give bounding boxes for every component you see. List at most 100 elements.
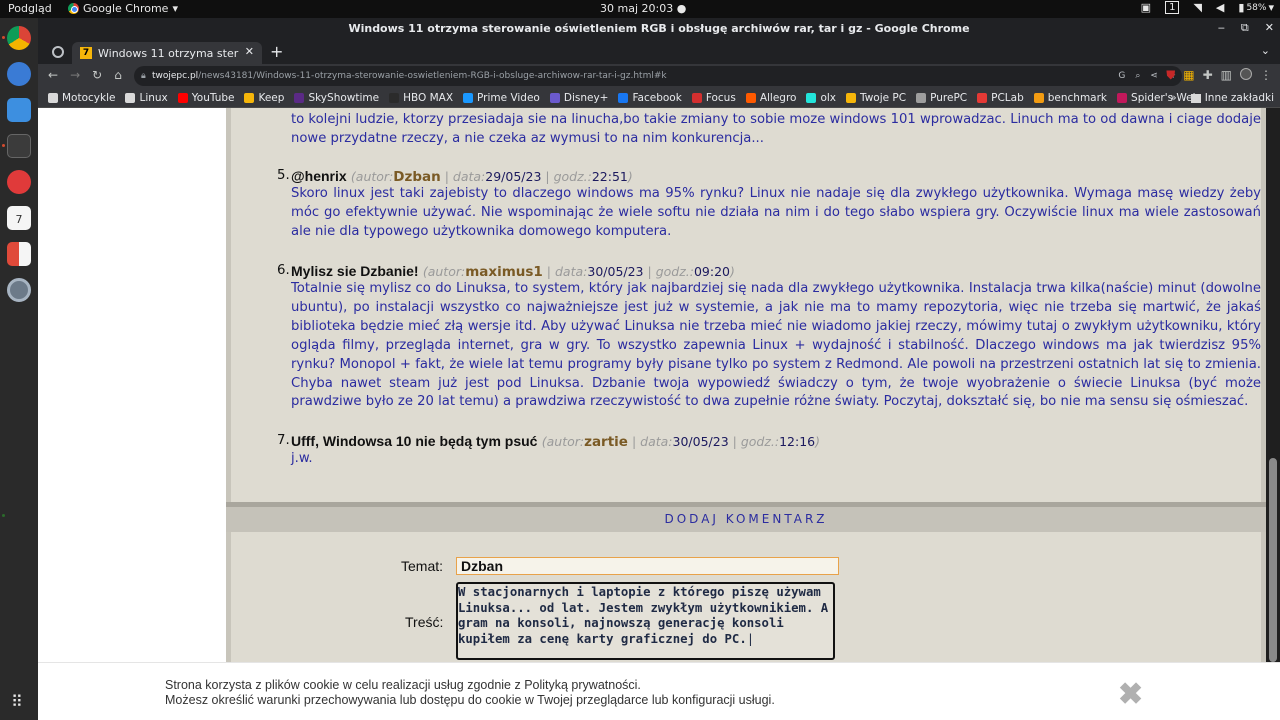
comment-meta: (autor:maximus1 | data:30/05/23 | godz.:… [422, 264, 735, 280]
clipboard-icon[interactable]: ▣ [1141, 1, 1151, 14]
bookmark-item[interactable]: Focus [691, 91, 736, 104]
settings-disk-icon[interactable] [7, 278, 31, 302]
bookmark-favicon-icon [1033, 92, 1044, 103]
web-page: to kolejni ludzie, ktorzy przesiadaja si… [38, 108, 1280, 720]
clock[interactable]: 30 maj 20:03 ● [600, 2, 686, 15]
ublock-extension-icon[interactable]: ⛊ [1166, 68, 1175, 83]
bookmark-label: Focus [705, 91, 736, 104]
bookmark-item[interactable]: Twoje PC [846, 92, 906, 104]
content-textarea[interactable]: W stacjonarnych i laptopie z którego pis… [456, 582, 835, 660]
system-tray[interactable]: ▣ 1 ◥ ◀ ▮ 58% ▾ [1141, 1, 1274, 14]
forward-icon[interactable]: → [70, 68, 80, 82]
address-bar[interactable]: 🔒︎ twojepc.pl/news43181/Windows-11-otrzy… [134, 66, 1182, 86]
cookie-banner: Strona korzysta z plików cookie w celu r… [38, 662, 1280, 720]
textarea-last-line: kupiłem za cenę karty graficznej do PC. [458, 631, 747, 646]
bookmark-label: PurePC [930, 91, 968, 104]
close-icon[interactable]: ✕ [1265, 21, 1274, 35]
bookmark-favicon-icon [389, 92, 400, 103]
thunderbird-icon[interactable] [7, 62, 31, 86]
side-panel-icon[interactable]: ▥ [1221, 68, 1232, 83]
extensions-puzzle-icon[interactable]: ✚ [1203, 68, 1213, 83]
comment-header: @henrix (autor:Dzban | data:29/05/23 | g… [291, 168, 1261, 185]
comment-item: 5. @henrix (autor:Dzban | data:29/05/23 |… [277, 168, 1261, 242]
google-lens-icon[interactable]: G [1118, 66, 1125, 86]
comment-form: Temat: Dzban Treść: W stacjonarnych i la… [226, 532, 1266, 662]
lock-icon[interactable]: 🔒︎ [141, 66, 146, 86]
bookmark-item[interactable]: Motocykle [48, 92, 115, 104]
reload-icon[interactable]: ↻ [92, 68, 102, 82]
bookmark-label: benchmark [1047, 91, 1108, 104]
office-icon[interactable] [7, 242, 31, 266]
chrome-launcher-icon[interactable] [7, 26, 31, 50]
bookmark-item[interactable]: PurePC [916, 92, 967, 104]
app-grid-icon[interactable]: ⠿ [11, 692, 23, 711]
bookmarks-more-button[interactable]: » [1170, 92, 1176, 104]
comment-subject: Ufff, Windowsa 10 nie będą tym psuć [291, 433, 538, 449]
comment-time: 12:16 [779, 434, 816, 449]
comment-meta: (autor:zartie | data:30/05/23 | godz.:12… [541, 434, 821, 450]
kebab-menu-icon[interactable]: ⋮ [1260, 68, 1272, 83]
bookmark-item[interactable]: HBO MAX [389, 92, 453, 104]
other-bookmarks-folder[interactable]: Inne zakładki [1190, 92, 1274, 104]
date-label: data: [640, 434, 673, 449]
subject-input[interactable]: Dzban [456, 557, 839, 575]
volume-icon: ◀ [1215, 1, 1225, 14]
bookmark-favicon-icon [294, 92, 305, 103]
share-icon[interactable]: ⋖ [1150, 66, 1158, 86]
activities-button[interactable]: Podgląd [8, 2, 52, 15]
app-menu[interactable]: Google Chrome ▾ [68, 2, 178, 15]
url-domain: twojepc.pl [152, 71, 199, 81]
calendar-icon[interactable]: 7 [7, 206, 31, 230]
bookmark-favicon-icon [846, 92, 857, 103]
bookmark-item[interactable]: benchmark [1033, 91, 1108, 104]
bookmark-item[interactable]: Disney+ [549, 92, 608, 104]
comment-number: 5. [277, 168, 290, 183]
bookmark-item[interactable]: PCLab [977, 92, 1024, 104]
bookmark-item[interactable]: Facebook [618, 92, 682, 104]
color-extension-icon[interactable]: ▦ [1183, 68, 1194, 83]
bookmark-item[interactable]: Keep [244, 92, 284, 104]
page-scrollbar-thumb[interactable] [1269, 458, 1277, 662]
comment-body: Totalnie się mylisz co do Linuksa, to sy… [291, 281, 1261, 410]
back-icon[interactable]: ← [48, 68, 58, 82]
bookmark-favicon-icon [549, 92, 560, 103]
bookmark-favicon-icon [125, 92, 136, 103]
terminal-icon[interactable] [7, 134, 31, 158]
bookmark-item[interactable]: YouTube [177, 92, 234, 104]
bookmark-item[interactable]: Prime Video [463, 92, 540, 104]
bookmark-item[interactable]: Linux [125, 91, 168, 104]
bookmark-favicon-icon [177, 92, 188, 103]
bookmark-label: Linux [139, 91, 168, 104]
workspace-indicator[interactable]: 1 [1165, 1, 1180, 14]
new-tab-button[interactable]: + [270, 42, 283, 61]
chrome-icon [68, 3, 79, 14]
restore-icon[interactable]: ⧉ [1241, 21, 1249, 35]
tab-search-icon[interactable]: ⌄ [1261, 44, 1270, 57]
tab-active[interactable]: 7 Windows 11 otrzyma ster ✕ [72, 42, 262, 64]
zoom-icon[interactable]: ⌕ [1135, 66, 1140, 86]
bookmark-item[interactable]: olx [806, 92, 836, 104]
cookie-close-icon[interactable]: ✖ [1118, 677, 1143, 712]
bookmark-favicon-icon [244, 92, 255, 103]
comment-item: 7. Ufff, Windowsa 10 nie będą tym psuć (a… [277, 433, 1261, 469]
ubuntu-software-icon[interactable] [7, 170, 31, 194]
minimize-icon[interactable]: ‒ [1218, 21, 1225, 35]
tab-close-icon[interactable]: ✕ [245, 45, 254, 58]
subject-label: Temat: [401, 558, 444, 574]
bookmark-label: Twoje PC [860, 91, 907, 104]
app-menu-label: Google Chrome [83, 2, 169, 15]
bookmark-item[interactable]: SkyShowtime [294, 92, 379, 104]
chrome-menu-icon[interactable] [52, 46, 64, 58]
comment-4-tail: to kolejni ludzie, ktorzy przesiadaja si… [291, 111, 1261, 149]
window-titlebar[interactable]: Windows 11 otrzyma sterowanie oświetleni… [38, 18, 1280, 40]
bookmark-item[interactable]: Allegro [745, 92, 796, 104]
profile-avatar[interactable] [1240, 68, 1252, 80]
tab-title: Windows 11 otrzyma ster [98, 46, 239, 60]
comment-body: Skoro linux jest taki zajebisty to dlacz… [291, 186, 1261, 239]
bookmark-favicon-icon [463, 92, 474, 103]
clock-text: 30 maj 20:03 [600, 2, 674, 15]
home-icon[interactable]: ⌂ [114, 68, 122, 82]
files-icon[interactable] [7, 98, 31, 122]
author-label: autor: [546, 434, 585, 449]
battery-icon: ▮ [1238, 1, 1245, 14]
